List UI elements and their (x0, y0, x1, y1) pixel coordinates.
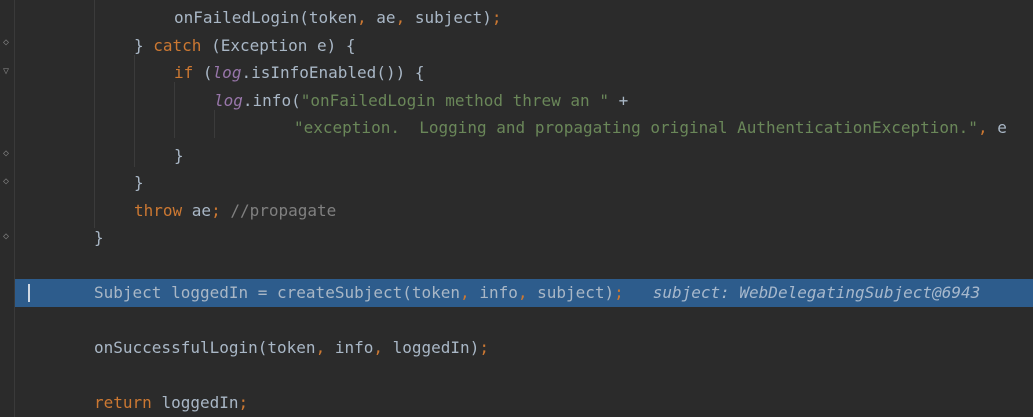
code-token: catch (153, 35, 212, 55)
code-token: ; (238, 393, 249, 412)
code-line[interactable] (15, 307, 1033, 335)
code-text: onFailedLogin(token, ae, subject); (174, 4, 502, 32)
code-line[interactable]: onFailedLogin(token, ae, subject); (15, 4, 1033, 32)
code-token: return (94, 393, 162, 412)
code-token: , (357, 8, 377, 27)
code-line[interactable]: } (15, 142, 1033, 170)
code-line[interactable]: return loggedIn; (15, 389, 1033, 417)
execution-point-line[interactable]: Subject loggedIn = createSubject(token, … (15, 279, 1033, 307)
code-token: } (134, 35, 154, 55)
code-text: if (log.isInfoEnabled()) { (174, 59, 424, 87)
code-token: //propagate (230, 200, 337, 220)
code-text: "exception. Logging and propagating orig… (294, 114, 1007, 142)
code-text: } catch (Exception e) { (134, 32, 356, 60)
code-token: subject) (537, 283, 615, 302)
code-token: , (460, 283, 480, 302)
code-token: Subject loggedIn = createSubject(token (94, 283, 461, 302)
code-editor[interactable]: ◇ ▽ ◇ ◇ ◇ onFailedLogin(token, ae, subje… (0, 0, 1033, 417)
code-line[interactable]: } catch (Exception e) { (15, 32, 1033, 60)
code-token: info (334, 338, 374, 357)
code-line[interactable]: } (15, 169, 1033, 197)
code-token: } (134, 173, 144, 192)
code-token: ae (191, 200, 212, 220)
code-token: , (977, 118, 998, 137)
code-text: } (174, 142, 184, 170)
code-token: , (373, 338, 393, 357)
editor-gutter[interactable] (0, 0, 14, 417)
code-token: .info( (242, 90, 301, 110)
code-token: ; (211, 200, 231, 220)
code-line[interactable] (15, 252, 1033, 280)
code-token: loggedIn (161, 393, 239, 412)
code-line[interactable]: if (log.isInfoEnabled()) { (15, 59, 1033, 87)
code-token: + (608, 90, 629, 110)
code-text: Subject loggedIn = createSubject(token, … (94, 279, 980, 307)
code-text: return loggedIn; (94, 389, 248, 417)
code-token: log (214, 90, 243, 110)
code-text: onSuccessfulLogin(token, info, loggedIn)… (94, 334, 489, 362)
code-token: "onFailedLogin method threw an " (300, 90, 609, 110)
code-line[interactable]: } (15, 224, 1033, 252)
code-token: log (212, 63, 242, 82)
code-token: , (315, 338, 335, 357)
code-token: .isInfoEnabled()) { (241, 63, 425, 82)
code-token: onSuccessfulLogin(token (94, 338, 316, 357)
code-token: "exception. Logging and propagating orig… (294, 118, 978, 137)
code-token: ; (614, 283, 624, 302)
fold-start-icon[interactable]: ▽ (1, 66, 11, 78)
fold-end-icon[interactable]: ◇ (1, 148, 11, 160)
code-text: } (94, 224, 104, 252)
code-line[interactable]: onSuccessfulLogin(token, info, loggedIn)… (15, 334, 1033, 362)
code-token: loggedIn) (392, 338, 480, 357)
code-line[interactable] (15, 362, 1033, 390)
fold-end-icon[interactable]: ◇ (1, 37, 11, 49)
code-text: log.info("onFailedLogin method threw an … (214, 87, 628, 115)
code-token: ; (479, 338, 489, 357)
fold-end-icon[interactable]: ◇ (1, 176, 11, 188)
code-token: ; (491, 8, 502, 27)
text-caret (28, 284, 30, 302)
code-token: onFailedLogin(token (174, 8, 358, 27)
code-text: throw ae; //propagate (134, 197, 336, 225)
code-token: } (174, 145, 184, 165)
code-token: subject) (414, 8, 492, 27)
code-token: ae (376, 8, 396, 27)
code-token: throw (134, 200, 192, 220)
code-token: } (94, 228, 104, 247)
code-token: info (479, 283, 518, 302)
code-line[interactable]: "exception. Logging and propagating orig… (15, 114, 1033, 142)
code-token: if (174, 63, 203, 82)
code-token: , (395, 8, 415, 27)
code-line[interactable]: log.info("onFailedLogin method threw an … (15, 87, 1033, 115)
code-token: e (997, 118, 1007, 137)
fold-end-icon[interactable]: ◇ (1, 231, 11, 243)
inline-debug-value[interactable]: subject: WebDelegatingSubject@6943 (624, 283, 981, 302)
code-token: , (517, 283, 538, 302)
code-line[interactable]: throw ae; //propagate (15, 197, 1033, 225)
code-token: (Exception e) { (211, 35, 356, 55)
code-text: } (134, 169, 144, 197)
code-token: ( (202, 63, 213, 82)
